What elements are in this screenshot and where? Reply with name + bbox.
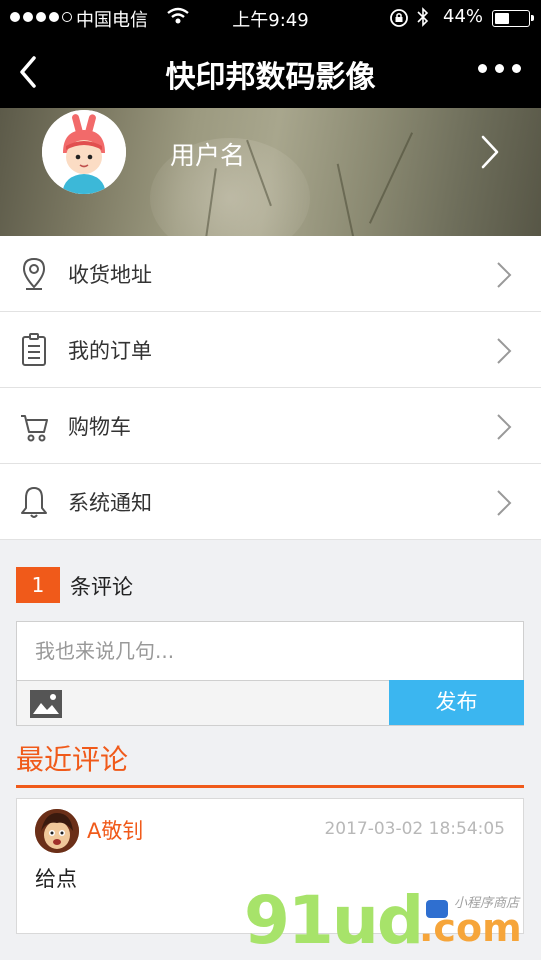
recent-comments-title: 最近评论 bbox=[16, 743, 129, 776]
chevron-right-icon bbox=[497, 338, 512, 364]
rotation-lock-icon bbox=[390, 9, 408, 27]
comment-body: 给点 bbox=[35, 867, 77, 891]
menu-item-label: 购物车 bbox=[68, 415, 131, 439]
menu-item-label: 收货地址 bbox=[68, 263, 152, 287]
menu-item-cart[interactable]: 购物车 bbox=[0, 388, 541, 464]
chevron-right-icon bbox=[481, 135, 499, 169]
menu-item-label: 我的订单 bbox=[68, 339, 152, 363]
more-dots-icon[interactable] bbox=[478, 64, 521, 73]
battery-icon bbox=[492, 10, 534, 27]
comment-input[interactable] bbox=[17, 622, 523, 680]
comment-count-badge: 1 bbox=[16, 567, 60, 603]
menu-item-orders[interactable]: 我的订单 bbox=[0, 312, 541, 388]
battery-percent: 44% bbox=[443, 6, 484, 27]
image-upload-icon[interactable] bbox=[29, 689, 63, 719]
commenter-avatar bbox=[35, 809, 79, 853]
watermark-brand: 91ud bbox=[244, 882, 424, 959]
profile-header[interactable]: 用户名 bbox=[0, 108, 541, 236]
comment-date: 2017-03-02 18:54:05 bbox=[324, 819, 505, 839]
comment-input-box bbox=[16, 621, 524, 681]
watermark-domain: .com bbox=[419, 906, 522, 950]
nav-bar: 快印邦数码影像 bbox=[0, 36, 541, 108]
cartoon-avatar-icon bbox=[42, 110, 126, 194]
location-pin-icon bbox=[22, 257, 46, 290]
menu-item-notifications[interactable]: 系统通知 bbox=[0, 464, 541, 540]
menu-item-label: 系统通知 bbox=[68, 491, 152, 515]
divider bbox=[16, 785, 524, 788]
chevron-right-icon bbox=[497, 490, 512, 516]
account-menu: 收货地址 我的订单 购物车 系统通知 bbox=[0, 236, 541, 540]
publish-button[interactable]: 发布 bbox=[389, 680, 524, 725]
commenter-avatar-icon bbox=[35, 809, 79, 853]
page-title: 快印邦数码影像 bbox=[165, 60, 376, 95]
comment-toolbar: 发布 bbox=[16, 680, 524, 726]
bell-icon bbox=[21, 487, 47, 518]
username: 用户名 bbox=[170, 141, 246, 170]
shopping-cart-icon bbox=[21, 415, 48, 442]
chevron-right-icon bbox=[497, 414, 512, 440]
bluetooth-icon bbox=[417, 7, 429, 27]
chevron-right-icon bbox=[497, 262, 512, 288]
order-list-icon bbox=[22, 333, 46, 366]
watermark-logo: 91ud 小程序商店 .com bbox=[244, 882, 534, 960]
menu-item-address[interactable]: 收货地址 bbox=[0, 236, 541, 312]
comment-author[interactable]: A敬钊 bbox=[87, 815, 143, 845]
comment-count-label: 条评论 bbox=[70, 575, 133, 599]
avatar bbox=[42, 110, 126, 194]
status-bar: 中国电信 上午9:49 44% bbox=[0, 0, 541, 36]
